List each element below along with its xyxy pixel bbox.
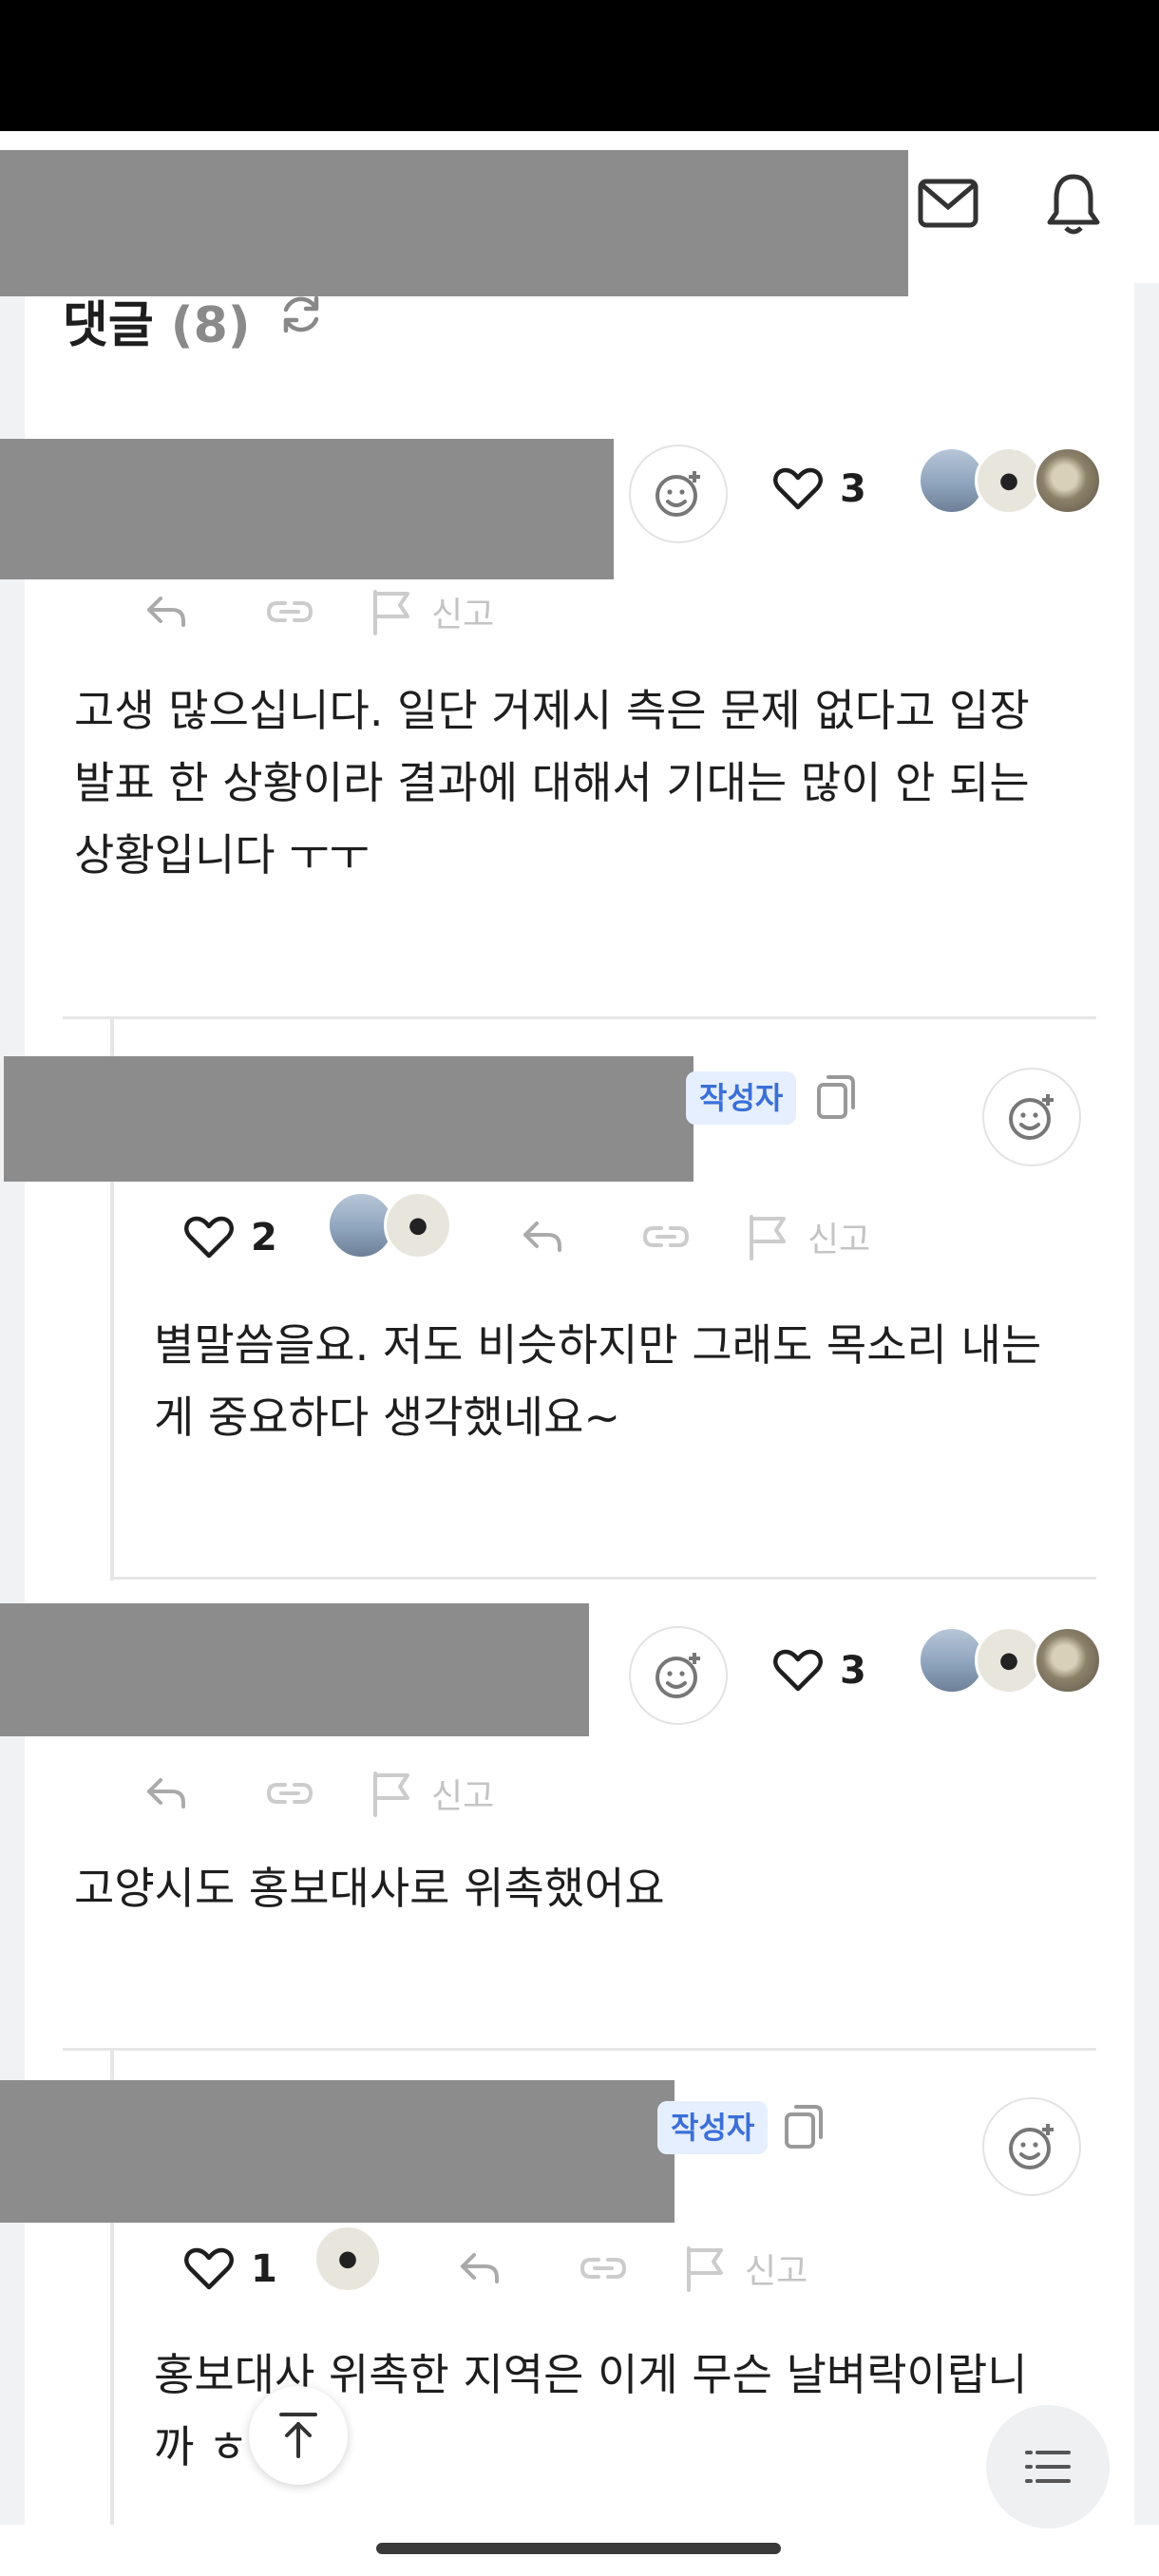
like-button[interactable]: 3 [773, 1649, 866, 1693]
avatar [1034, 1626, 1102, 1695]
comment-count: (8) [170, 297, 251, 354]
add-reaction-button[interactable] [629, 445, 728, 543]
like-button[interactable]: 1 [184, 2247, 277, 2291]
divider [63, 1016, 1096, 1019]
comments-title: 댓글 (8) [63, 285, 251, 356]
heart-icon [184, 2247, 234, 2290]
divider [114, 1577, 1096, 1580]
comment-line: 상황입니다 ㅜㅜ [74, 829, 370, 881]
add-reaction-button[interactable] [629, 1626, 728, 1725]
comment-actions: 신고 [418, 2244, 808, 2293]
author-badge: 작성자 [686, 1071, 797, 1125]
heart-icon [184, 1216, 234, 1259]
list-menu-button[interactable] [986, 2405, 1110, 2529]
avatar [314, 2225, 382, 2293]
flag-icon[interactable] [665, 2245, 745, 2292]
like-count: 2 [251, 1216, 277, 1260]
comment-body: 별말씀을요. 저도 비슷하지만 그래도 목소리 내는 게 중요하다 생각했네요~ [154, 1309, 1104, 1453]
comment-actions: 신고 [104, 1769, 494, 1818]
comments-title-label: 댓글 [63, 297, 154, 354]
flag-icon[interactable] [728, 1213, 808, 1260]
comment-body: 고생 많으십니다. 일단 거제시 측은 문제 없다고 입장 발표 한 상황이라 … [74, 674, 1100, 891]
link-icon[interactable] [228, 597, 352, 626]
like-count: 1 [251, 2247, 277, 2291]
like-count: 3 [840, 1649, 866, 1693]
scroll-to-top-button[interactable] [249, 2386, 348, 2485]
avatar [384, 1191, 452, 1260]
comment-actions: 신고 [104, 587, 494, 636]
divider [63, 2048, 1096, 2051]
reply-icon[interactable] [104, 593, 228, 631]
reply-icon[interactable] [418, 2249, 542, 2287]
author-badge: 작성자 [657, 2101, 769, 2154]
link-icon[interactable] [228, 1779, 352, 1808]
link-icon[interactable] [542, 2254, 665, 2282]
home-indicator [376, 2543, 781, 2554]
refresh-icon[interactable] [277, 291, 325, 342]
add-reaction-icon [656, 1653, 700, 1698]
redacted-user-info [0, 439, 614, 579]
comment-line: 발표 한 상황이라 결과에 대해서 기대는 많이 안 되는 [74, 757, 1030, 808]
avatar [1034, 446, 1102, 515]
heart-icon [773, 1649, 823, 1692]
flag-icon[interactable] [352, 1770, 431, 1817]
comment-line: 고생 많으십니다. 일단 거제시 측은 문제 없다고 입장 [74, 685, 1030, 736]
report-label[interactable]: 신고 [745, 2244, 808, 2293]
bell-icon[interactable] [1045, 171, 1102, 237]
report-label[interactable]: 신고 [431, 587, 494, 636]
redacted-user-info [0, 2080, 674, 2223]
report-label[interactable]: 신고 [431, 1769, 494, 1818]
copy-icon[interactable] [815, 1073, 857, 1125]
add-reaction-icon [1009, 1094, 1054, 1140]
comment-body: 고양시도 홍보대사로 위촉했어요 [74, 1852, 1100, 1924]
redacted-header-area [0, 150, 908, 296]
list-icon [1025, 2451, 1071, 2483]
report-label[interactable]: 신고 [808, 1212, 870, 1261]
arrow-up-icon [279, 2413, 317, 2458]
add-reaction-icon [656, 471, 700, 517]
redacted-user-info [4, 1056, 694, 1182]
right-gutter [1134, 131, 1159, 2525]
comment-line: 게 중요하다 생각했네요~ [154, 1392, 620, 1443]
like-count: 3 [840, 467, 866, 511]
comment-line: 별말씀을요. 저도 비슷하지만 그래도 목소리 내는 [154, 1319, 1042, 1371]
flag-icon[interactable] [352, 588, 431, 635]
reply-icon[interactable] [104, 1774, 228, 1812]
add-reaction-button[interactable] [982, 1068, 1081, 1166]
add-reaction-button[interactable] [982, 2097, 1081, 2196]
comment-actions: 신고 [481, 1212, 870, 1261]
status-bar [0, 0, 1159, 131]
comment-line: 고양시도 홍보대사로 위촉했어요 [74, 1863, 665, 1914]
link-icon[interactable] [604, 1222, 728, 1251]
redacted-user-info [0, 1603, 589, 1736]
heart-icon [773, 467, 823, 510]
copy-icon[interactable] [783, 2103, 825, 2154]
like-button[interactable]: 2 [184, 1216, 277, 1260]
reply-icon[interactable] [481, 1218, 604, 1256]
like-button[interactable]: 3 [773, 467, 866, 511]
add-reaction-icon [1009, 2124, 1054, 2169]
mail-icon[interactable] [918, 177, 978, 230]
